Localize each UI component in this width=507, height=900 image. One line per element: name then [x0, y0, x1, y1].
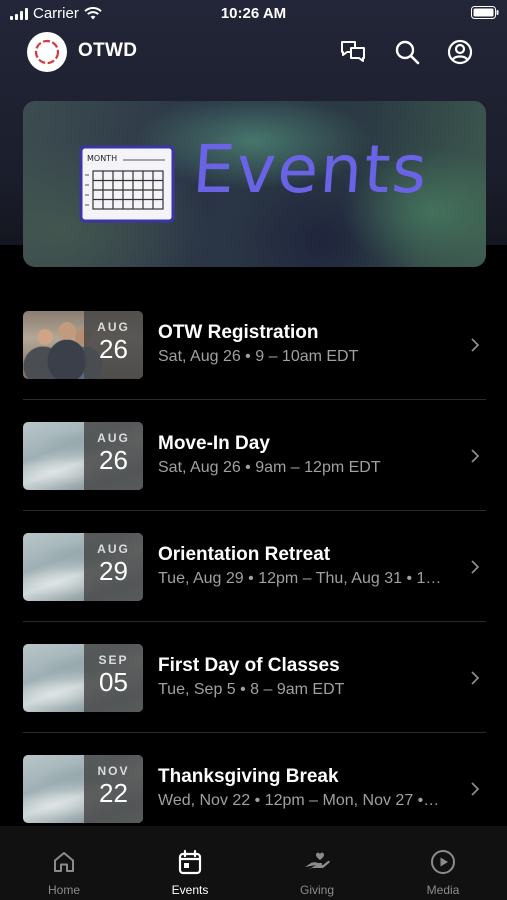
tab-label: Media	[426, 883, 460, 897]
app-header: OTWD	[0, 28, 507, 78]
event-thumbnail: AUG 29	[23, 533, 143, 601]
event-title: First Day of Classes	[158, 655, 340, 676]
chevron-right-icon	[471, 449, 480, 463]
event-thumbnail: AUG 26	[23, 311, 143, 379]
status-bar: Carrier 10:26 AM	[0, 0, 507, 28]
tab-label: Events	[171, 883, 209, 897]
date-month: NOV	[97, 764, 130, 778]
chevron-right-icon	[471, 671, 480, 685]
profile-icon[interactable]	[446, 38, 474, 66]
tab-giving[interactable]: Giving	[254, 826, 380, 900]
date-badge: AUG 26	[84, 422, 143, 490]
date-day: 05	[99, 667, 128, 697]
date-day: 29	[99, 556, 128, 586]
chevron-right-icon	[471, 338, 480, 352]
date-badge: SEP 05	[84, 644, 143, 712]
date-day: 26	[99, 334, 128, 364]
tab-events[interactable]: Events	[127, 826, 253, 900]
event-thumbnail: SEP 05	[23, 644, 143, 712]
event-thumbnail: NOV 22	[23, 755, 143, 823]
calendar-icon	[176, 848, 204, 876]
banner-title: Events	[190, 131, 432, 208]
event-time: Sat, Aug 26 • 9 – 10am EDT	[158, 348, 359, 365]
calendar-month-label: MONTH	[87, 154, 117, 163]
date-badge: NOV 22	[84, 755, 143, 823]
date-day: 22	[99, 778, 128, 808]
date-badge: AUG 26	[84, 311, 143, 379]
date-month: AUG	[97, 542, 130, 556]
battery-icon	[471, 6, 499, 24]
tab-home[interactable]: Home	[1, 826, 127, 900]
tab-label: Giving	[299, 883, 334, 897]
event-title: Move-In Day	[158, 433, 270, 454]
chevron-right-icon	[471, 782, 480, 796]
event-row[interactable]: SEP 05 First Day of Classes Tue, Sep 5 •…	[23, 622, 486, 733]
event-list: AUG 26 OTW Registration Sat, Aug 26 • 9 …	[23, 289, 486, 844]
event-row[interactable]: AUG 26 Move-In Day Sat, Aug 26 • 9am – 1…	[23, 400, 486, 511]
tab-label: Home	[47, 883, 80, 897]
events-banner: MONTH Events	[23, 101, 486, 267]
date-month: SEP	[98, 653, 129, 667]
giving-hand-icon	[303, 848, 331, 876]
chevron-right-icon	[471, 560, 480, 574]
tab-media[interactable]: Media	[380, 826, 506, 900]
event-row[interactable]: AUG 26 OTW Registration Sat, Aug 26 • 9 …	[23, 289, 486, 400]
event-title: Thanksgiving Break	[158, 766, 339, 787]
date-day: 26	[99, 445, 128, 475]
app-title: OTWD	[78, 40, 138, 61]
chat-icon[interactable]	[339, 38, 367, 66]
event-time: Tue, Aug 29 • 12pm – Thu, Aug 31 • 1…	[158, 570, 442, 587]
event-time: Wed, Nov 22 • 12pm – Mon, Nov 27 •…	[158, 792, 440, 809]
app-logo[interactable]	[27, 32, 67, 72]
tab-bar: Home Events Giving Media	[0, 826, 507, 900]
event-title: OTW Registration	[158, 322, 319, 343]
home-icon	[50, 848, 78, 876]
event-time: Tue, Sep 5 • 8 – 9am EDT	[158, 681, 345, 698]
play-icon	[429, 848, 457, 876]
event-thumbnail: AUG 26	[23, 422, 143, 490]
search-icon[interactable]	[393, 38, 421, 66]
event-row[interactable]: AUG 29 Orientation Retreat Tue, Aug 29 •…	[23, 511, 486, 622]
date-month: AUG	[97, 320, 130, 334]
calendar-illustration-icon: MONTH	[79, 145, 175, 223]
date-month: AUG	[97, 431, 130, 445]
event-title: Orientation Retreat	[158, 544, 331, 565]
logo-ring-icon	[34, 39, 60, 65]
event-time: Sat, Aug 26 • 9am – 12pm EDT	[158, 459, 381, 476]
status-time: 10:26 AM	[220, 5, 287, 22]
date-badge: AUG 29	[84, 533, 143, 601]
